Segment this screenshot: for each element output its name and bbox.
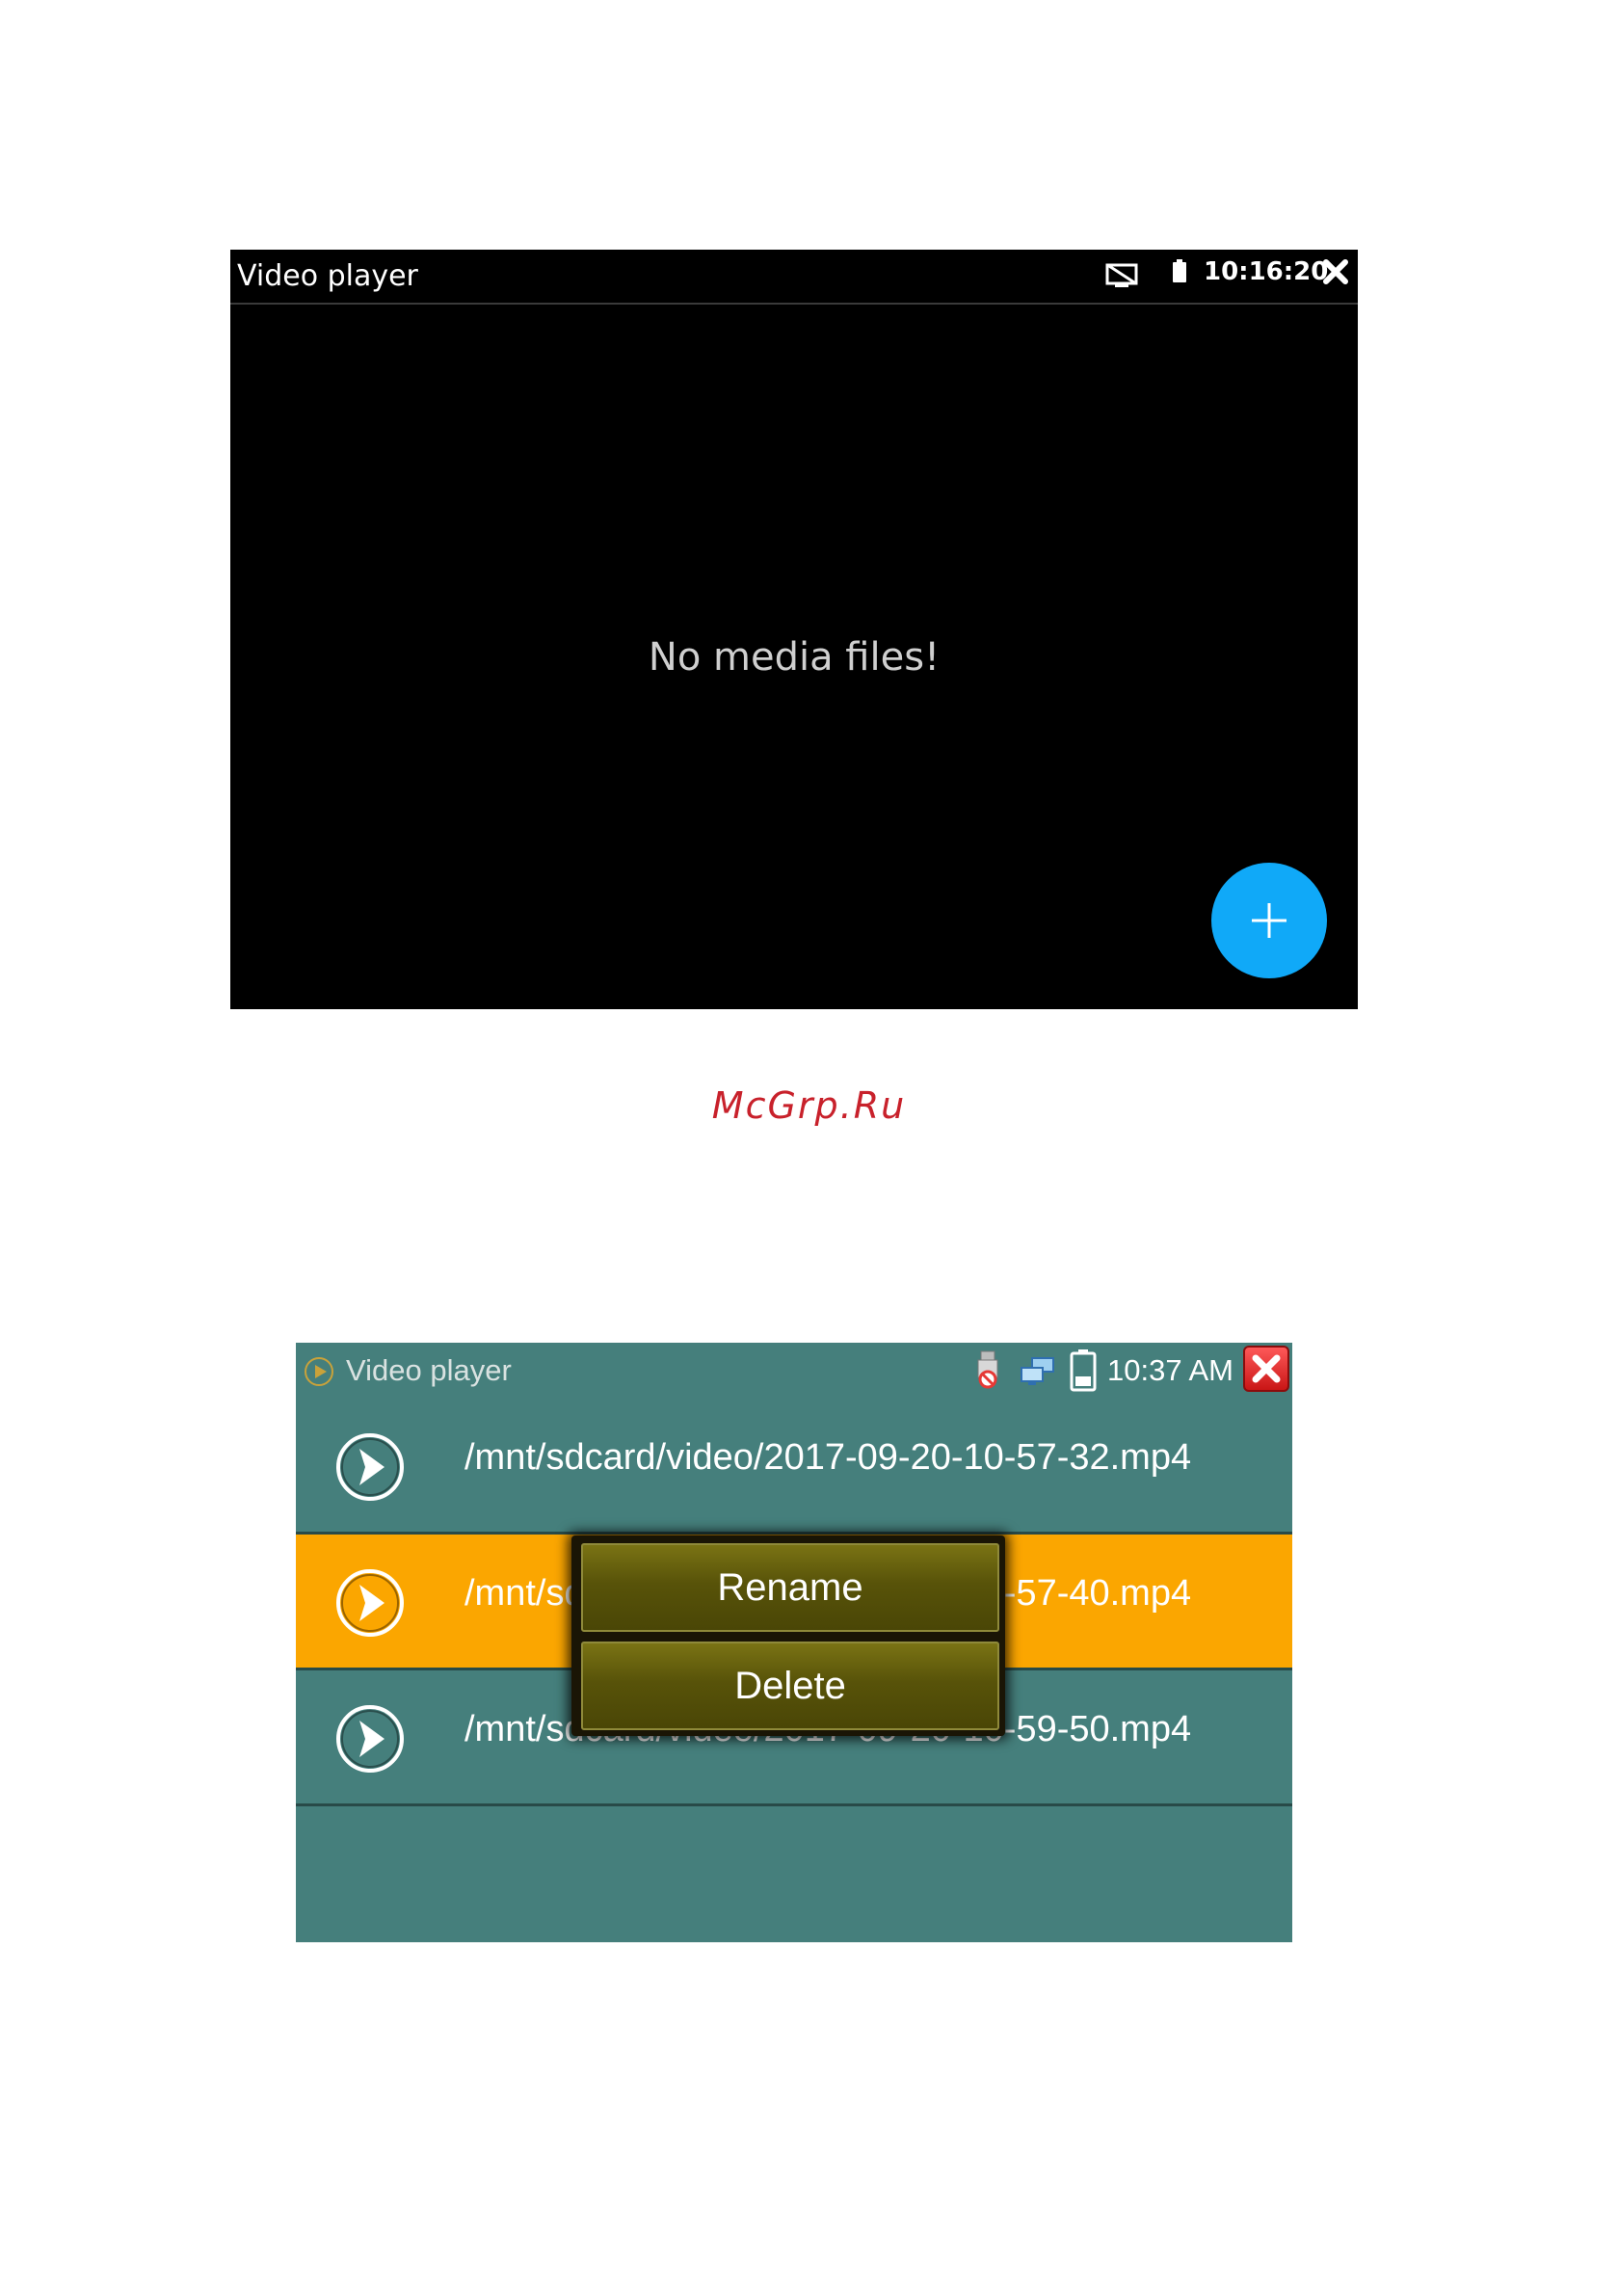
play-arrow-icon[interactable] [334,1703,406,1775]
clock: 10:16:20 [1204,257,1329,286]
delete-button[interactable]: Delete [581,1642,999,1730]
play-arrow-icon[interactable] [334,1567,406,1639]
close-icon[interactable] [1321,257,1350,286]
battery-icon [1173,259,1186,282]
battery-icon [1070,1349,1097,1392]
file-path: /mnt/sdcard/video/2017-09-20-10-57-32.mp… [464,1437,1192,1478]
close-icon[interactable] [1243,1346,1289,1392]
network-icon [1021,1357,1054,1385]
screen-cast-off-icon [1105,263,1138,287]
add-media-button[interactable] [1211,863,1327,978]
video-player-screen-list: Video player 10:37 AM /mnt/sdcard/video/… [296,1343,1292,1942]
watermark: McGrp.Ru [711,1084,907,1127]
plus-icon [1252,903,1286,938]
clock: 10:37 AM [1107,1353,1233,1387]
play-arrow-icon[interactable] [334,1431,406,1503]
status-bar: Video player 10:37 AM [296,1343,1292,1399]
video-player-screen-empty: Video player 10:16:20 No media files! [230,250,1358,1009]
empty-message: No media files! [648,635,941,680]
app-title: Video player [346,1353,512,1387]
usb-disconnected-icon [977,1350,998,1389]
status-bar: Video player 10:16:20 [230,250,1358,305]
file-list-item[interactable]: /mnt/sdcard/video/2017-09-20-10-57-32.mp… [296,1399,1292,1535]
context-menu: Rename Delete [571,1535,1005,1736]
app-title: Video player [237,259,418,293]
rename-button[interactable]: Rename [581,1543,999,1632]
play-circle-icon [305,1357,333,1386]
